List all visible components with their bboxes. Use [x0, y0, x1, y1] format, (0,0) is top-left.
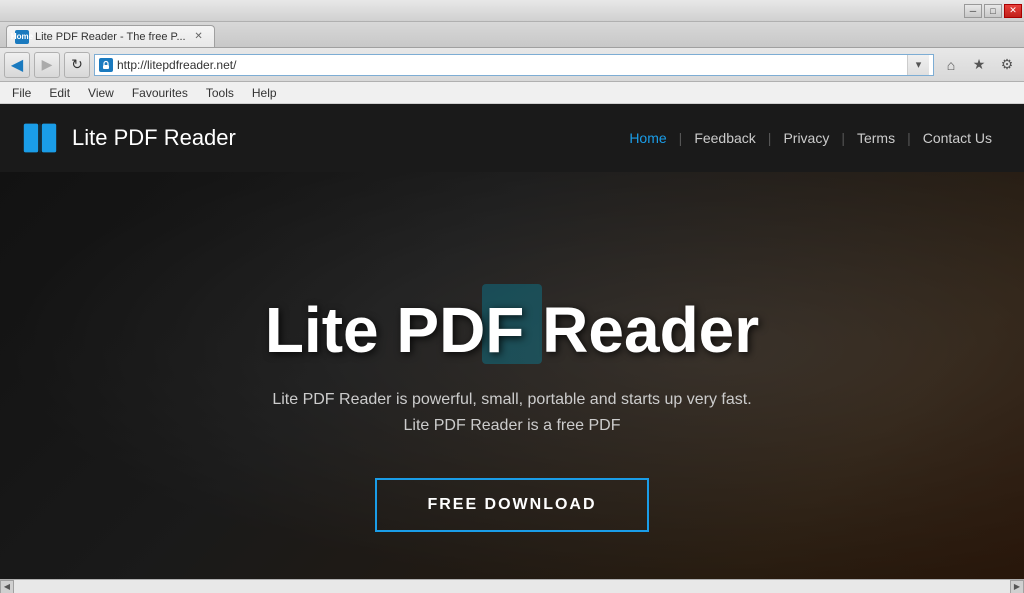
- menu-file[interactable]: File: [4, 84, 39, 102]
- menu-bar: File Edit View Favourites Tools Help: [0, 82, 1024, 104]
- minimize-button[interactable]: ─: [964, 4, 982, 18]
- scroll-left-button[interactable]: ◀: [0, 580, 14, 593]
- address-bar: ◀ ▶ ↻ http://litepdfreader.net/ ▾ ⌂ ★ ⚙: [0, 48, 1024, 82]
- home-button[interactable]: ⌂: [938, 52, 964, 78]
- refresh-button[interactable]: ↻: [64, 52, 90, 78]
- browser-tab[interactable]: Home Lite PDF Reader - The free P... ✕: [6, 25, 215, 47]
- settings-button[interactable]: ⚙: [994, 52, 1020, 78]
- web-content: Lite PDF Reader Home | Feedback | Privac…: [0, 104, 1024, 593]
- restore-button[interactable]: □: [984, 4, 1002, 18]
- tab-bar: Home Lite PDF Reader - The free P... ✕: [0, 22, 1024, 48]
- title-bar: ─ □ ✕: [0, 0, 1024, 22]
- site-name: Lite PDF Reader: [72, 125, 236, 151]
- close-button[interactable]: ✕: [1004, 4, 1022, 18]
- site-logo: Lite PDF Reader: [20, 118, 236, 158]
- menu-tools[interactable]: Tools: [198, 84, 242, 102]
- menu-view[interactable]: View: [80, 84, 122, 102]
- toolbar-buttons: ⌂ ★ ⚙: [938, 52, 1020, 78]
- lock-icon: [99, 58, 113, 72]
- browser-frame: ─ □ ✕ Home Lite PDF Reader - The free P.…: [0, 0, 1024, 593]
- nav-terms[interactable]: Terms: [845, 130, 907, 146]
- nav-feedback[interactable]: Feedback: [682, 130, 767, 146]
- tab-favicon: Home: [15, 30, 29, 44]
- menu-help[interactable]: Help: [244, 84, 285, 102]
- url-text: http://litepdfreader.net/: [117, 58, 907, 72]
- scroll-right-button[interactable]: ▶: [1010, 580, 1024, 593]
- url-search-button[interactable]: ▾: [907, 55, 929, 75]
- nav-privacy[interactable]: Privacy: [771, 130, 841, 146]
- hero-content: Lite PDF Reader Lite PDF Reader is power…: [265, 233, 759, 532]
- tab-title: Lite PDF Reader - The free P...: [35, 31, 186, 43]
- menu-edit[interactable]: Edit: [41, 84, 78, 102]
- hero-section: Lite PDF Reader Home | Feedback | Privac…: [0, 104, 1024, 593]
- tab-close-button[interactable]: ✕: [192, 30, 206, 44]
- favorites-button[interactable]: ★: [966, 52, 992, 78]
- window-controls: ─ □ ✕: [964, 4, 1022, 18]
- hero-subtitle: Lite PDF Reader is powerful, small, port…: [265, 387, 759, 438]
- scroll-track[interactable]: [14, 580, 1010, 593]
- hero-title: Lite PDF Reader: [265, 293, 759, 367]
- forward-button[interactable]: ▶: [34, 52, 60, 78]
- logo-icon: [20, 118, 60, 158]
- nav-home[interactable]: Home: [617, 130, 678, 146]
- download-button[interactable]: FREE DOWNLOAD: [375, 478, 648, 532]
- menu-favourites[interactable]: Favourites: [124, 84, 196, 102]
- horizontal-scrollbar: ◀ ▶: [0, 579, 1024, 593]
- nav-contact[interactable]: Contact Us: [911, 130, 1004, 146]
- url-bar[interactable]: http://litepdfreader.net/ ▾: [94, 54, 934, 76]
- site-header: Lite PDF Reader Home | Feedback | Privac…: [0, 104, 1024, 172]
- back-button[interactable]: ◀: [4, 52, 30, 78]
- site-navigation: Home | Feedback | Privacy | Terms | Cont…: [617, 130, 1004, 146]
